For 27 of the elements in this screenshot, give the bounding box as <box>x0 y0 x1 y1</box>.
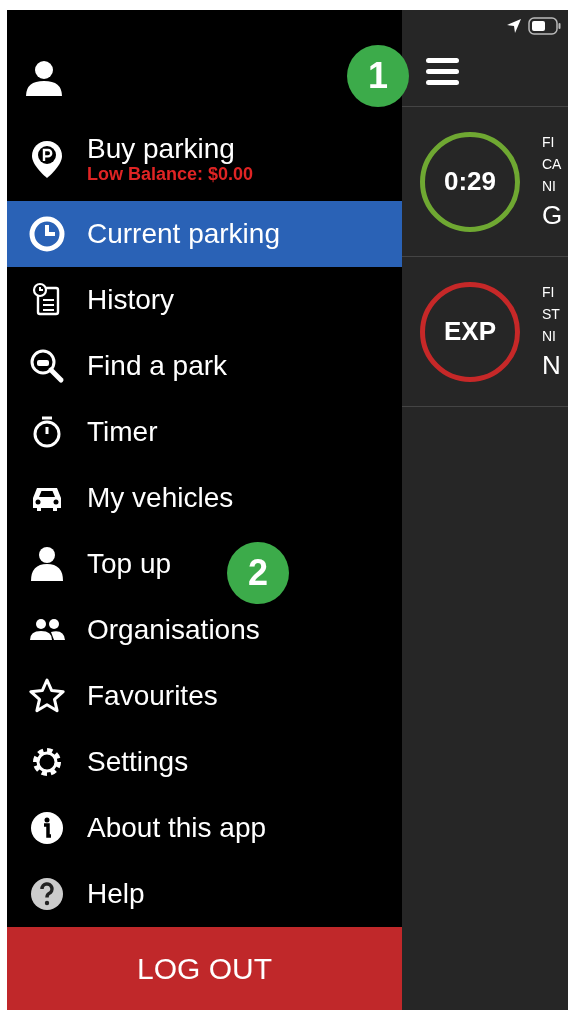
session-detail: NI <box>542 326 557 346</box>
low-balance-warning: Low Balance: $0.00 <box>87 164 254 185</box>
session-detail: FI <box>542 282 556 302</box>
session-detail: CA <box>542 154 563 174</box>
timer-ring: 0:29 <box>420 131 520 232</box>
session-title: G <box>542 198 563 232</box>
menu-item[interactable]: Help <box>7 860 402 927</box>
menu-item[interactable]: History <box>7 266 402 333</box>
location-arrow-icon <box>506 18 522 34</box>
battery-icon <box>528 16 562 36</box>
menu-item[interactable]: Favourites <box>7 662 402 729</box>
menu-item[interactable]: About this app <box>7 794 402 861</box>
menu-item[interactable]: My vehicles <box>7 464 402 531</box>
menu-icon[interactable] <box>426 58 459 85</box>
session-detail: ST <box>542 304 561 324</box>
menu-item[interactable]: Timer <box>7 398 402 465</box>
timer-ring: EXP <box>420 281 520 382</box>
menu-label: Buy parking <box>87 134 236 165</box>
user-icon <box>25 59 63 96</box>
menu-item[interactable]: Current parking <box>7 200 402 267</box>
session-title: N <box>542 348 561 382</box>
session-detail: FI <box>542 132 556 152</box>
menu-item[interactable]: Buy parking Low Balance: $0.00 <box>7 117 402 201</box>
session-detail: NI <box>542 176 557 196</box>
menu-item[interactable]: Find a park <box>7 332 402 399</box>
menu-item[interactable]: Settings <box>7 728 402 795</box>
log-out-button[interactable]: LOG OUT <box>7 926 402 1010</box>
